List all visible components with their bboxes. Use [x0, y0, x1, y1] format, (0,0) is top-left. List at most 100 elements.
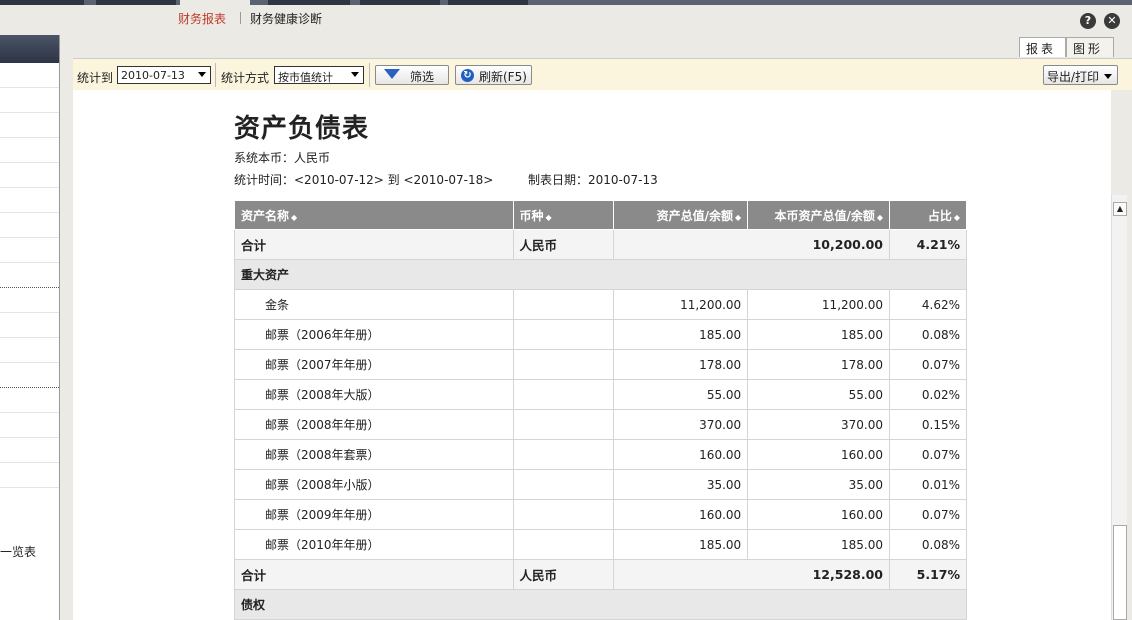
table-total-row[interactable]: 合计 人民币 10,200.00 4.21%	[234, 229, 967, 260]
menu-financial-report[interactable]: 财务报表	[178, 10, 226, 27]
chevron-down-icon	[1104, 74, 1112, 79]
sidebar-row[interactable]	[0, 263, 59, 288]
stat-to-value: 2010-07-13	[121, 69, 185, 82]
sidebar-row[interactable]	[0, 388, 59, 413]
refresh-icon: ↻	[461, 69, 474, 82]
report-content: 资产负债表 系统本币：人民币 统计时间：<2010-07-12> 到 <2010…	[73, 90, 1111, 620]
asset-name-cell: 邮票（2010年年册）	[234, 529, 514, 560]
sidebar-row[interactable]	[0, 363, 59, 388]
table-group-row[interactable]: 重大资产	[234, 259, 967, 290]
sort-icon: ◆	[953, 212, 960, 222]
sidebar-row[interactable]	[0, 213, 59, 238]
ratio-cell: 0.07%	[889, 349, 967, 380]
sidebar-row[interactable]	[0, 463, 59, 488]
close-icon[interactable]: ✕	[1104, 13, 1120, 29]
total-cell: 11,200.00	[613, 289, 749, 320]
column-header-local-total[interactable]: 本币资产总值/余额 ◆	[747, 200, 890, 230]
table-body: 合计 人民币 10,200.00 4.21% 重大资产 金条 11,200.00 11,200…	[234, 229, 967, 620]
total-cell: 185.00	[613, 319, 749, 350]
stat-to-select[interactable]: 2010-07-13	[117, 66, 211, 84]
scroll-up-icon[interactable]: ▲	[1113, 202, 1127, 216]
sidebar-row[interactable]	[0, 163, 59, 188]
menu-financial-health[interactable]: 财务健康诊断	[250, 10, 322, 27]
column-header-asset-name[interactable]: 资产名称 ◆	[234, 200, 514, 230]
local-total-cell: 370.00	[747, 409, 890, 440]
ratio-cell: 0.07%	[889, 499, 967, 530]
column-header-currency[interactable]: 币种 ◆	[512, 200, 615, 230]
sidebar-row[interactable]	[0, 88, 59, 113]
currency-cell: 人民币	[512, 559, 615, 590]
table-row[interactable]: 邮票（2009年年册） 160.00 160.00 0.07%	[234, 499, 967, 530]
sidebar-row[interactable]	[0, 113, 59, 138]
ratio-cell: 0.01%	[889, 469, 967, 500]
asset-name-cell: 邮票（2009年年册）	[234, 499, 514, 530]
table-row[interactable]: 邮票（2008年年册） 370.00 370.00 0.15%	[234, 409, 967, 440]
method-select[interactable]: 按市值统计	[274, 66, 364, 84]
help-icon[interactable]: ?	[1080, 13, 1096, 29]
asset-name-cell: 邮票（2008年大版）	[234, 379, 514, 410]
refresh-button[interactable]: ↻ 刷新(F5)	[455, 65, 532, 85]
period-line: 统计时间：<2010-07-12> 到 <2010-07-18>	[234, 173, 494, 187]
table-row[interactable]: 邮票（2008年小版） 35.00 35.00 0.01%	[234, 469, 967, 500]
currency-cell	[512, 439, 615, 470]
asset-name-cell: 合计	[234, 559, 514, 590]
tab-chart[interactable]: 图形	[1066, 37, 1114, 57]
table-total-row[interactable]: 合计 人民币 12,528.00 5.17%	[234, 559, 967, 590]
menu-divider	[240, 12, 241, 24]
sort-icon: ◆	[545, 212, 552, 222]
funnel-icon	[384, 69, 400, 79]
ratio-cell: 0.08%	[889, 319, 967, 350]
table-row[interactable]: 邮票（2006年年册） 185.00 185.00 0.08%	[234, 319, 967, 350]
ratio-cell: 0.02%	[889, 379, 967, 410]
sidebar-row[interactable]	[0, 338, 59, 363]
column-header-label: 占比	[927, 208, 952, 223]
local-total-cell: 12,528.00	[613, 559, 890, 590]
table-row[interactable]: 邮票（2008年套票） 160.00 160.00 0.07%	[234, 439, 967, 470]
currency-cell	[512, 349, 615, 380]
sidebar-row[interactable]	[0, 138, 59, 163]
sidebar-row[interactable]	[0, 313, 59, 338]
asset-name-cell: 合计	[234, 229, 514, 260]
currency-cell	[512, 289, 615, 320]
column-header-ratio[interactable]: 占比 ◆	[889, 200, 967, 230]
toolbar-divider	[215, 63, 216, 87]
table-row[interactable]: 邮票（2010年年册） 185.00 185.00 0.08%	[234, 529, 967, 560]
local-total-cell: 160.00	[747, 499, 890, 530]
tab-report[interactable]: 报表	[1019, 37, 1066, 57]
filter-button[interactable]: 筛选	[375, 65, 449, 85]
sidebar-row[interactable]	[0, 63, 59, 88]
sidebar-row[interactable]	[0, 188, 59, 213]
sidebar-row[interactable]	[0, 238, 59, 263]
sort-icon: ◆	[735, 212, 742, 222]
sidebar-row[interactable]	[0, 413, 59, 438]
total-cell: 370.00	[613, 409, 749, 440]
group-name-cell: 债权	[234, 589, 967, 620]
vertical-scrollbar[interactable]: ▲	[1111, 195, 1127, 620]
ratio-cell: 0.08%	[889, 529, 967, 560]
asset-name-cell: 金条	[234, 289, 514, 320]
table-row[interactable]: 邮票（2007年年册） 178.00 178.00 0.07%	[234, 349, 967, 380]
column-header-total[interactable]: 资产总值/余额 ◆	[613, 200, 749, 230]
currency-cell: 人民币	[512, 229, 615, 260]
currency-cell	[512, 379, 615, 410]
sidebar-row[interactable]	[0, 288, 59, 313]
sidebar-row[interactable]	[0, 438, 59, 463]
chevron-down-icon	[198, 72, 206, 77]
asset-name-cell: 邮票（2006年年册）	[234, 319, 514, 350]
currency-cell	[512, 469, 615, 500]
sort-icon: ◆	[291, 212, 298, 222]
left-sidebar: 一览表	[0, 35, 60, 620]
table-group-row[interactable]: 债权	[234, 589, 967, 620]
table-row[interactable]: 邮票（2008年大版） 55.00 55.00 0.02%	[234, 379, 967, 410]
asset-name-cell: 邮票（2008年小版）	[234, 469, 514, 500]
local-total-cell: 11,200.00	[747, 289, 890, 320]
total-cell: 160.00	[613, 499, 749, 530]
column-header-label: 本币资产总值/余额	[774, 208, 875, 223]
export-print-button[interactable]: 导出/打印	[1043, 65, 1118, 85]
sort-icon: ◆	[876, 212, 883, 222]
scroll-thumb[interactable]	[1113, 525, 1127, 620]
currency-cell	[512, 529, 615, 560]
table-row[interactable]: 金条 11,200.00 11,200.00 4.62%	[234, 289, 967, 320]
asset-name-cell: 邮票（2008年年册）	[234, 409, 514, 440]
sidebar-item-overview[interactable]: 一览表	[0, 543, 36, 560]
